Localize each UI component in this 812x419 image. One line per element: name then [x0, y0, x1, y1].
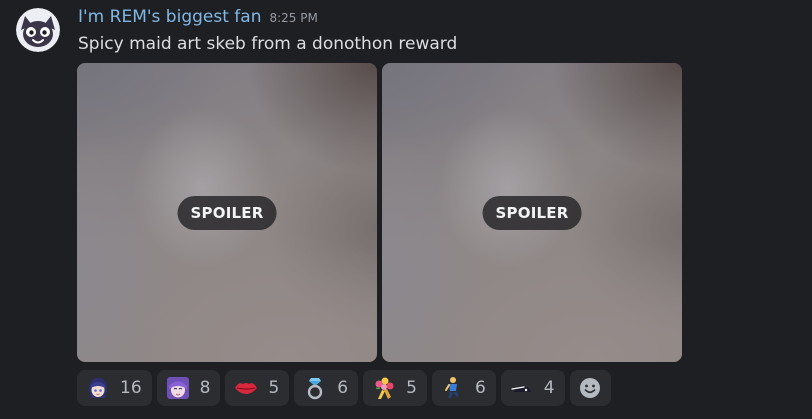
ring-icon: [303, 376, 327, 400]
reaction-count: 4: [543, 378, 555, 398]
spoiler-label: SPOILER: [482, 195, 582, 230]
add-reaction-button[interactable]: [569, 370, 611, 406]
reaction-custom-dark[interactable]: 4: [500, 370, 565, 406]
reaction-count: 5: [268, 378, 280, 398]
smiley-add-reaction-icon: [580, 378, 601, 398]
reaction-count: 16: [120, 378, 142, 398]
reaction-count: 6: [474, 378, 486, 398]
reaction-kiss-mark[interactable]: 5: [225, 370, 290, 406]
custom-dark-icon: [510, 376, 534, 400]
user-avatar[interactable]: [16, 8, 60, 52]
anime-girl-blue-hair-icon: [86, 376, 110, 400]
spoiler-label: SPOILER: [177, 195, 277, 230]
reaction-ring[interactable]: 6: [294, 370, 359, 406]
reaction-anime-girl-blue[interactable]: 16: [77, 370, 152, 406]
attachment-gallery: SPOILER SPOILER: [77, 63, 682, 362]
bouquet-icon: [372, 376, 396, 400]
username[interactable]: I'm REM's biggest fan: [78, 7, 261, 27]
message-header: I'm REM's biggest fan 8:25 PM: [78, 7, 318, 31]
reaction-count: 5: [406, 378, 417, 398]
message-timestamp[interactable]: 8:25 PM: [269, 11, 317, 25]
avatar-image: [16, 8, 60, 52]
reaction-count: 6: [337, 378, 349, 398]
reactions-bar: 16 8 5 6 5 6 4: [77, 370, 611, 406]
spoiler-image-2[interactable]: SPOILER: [382, 63, 682, 362]
spoiler-image-1[interactable]: SPOILER: [77, 63, 377, 362]
reaction-count: 8: [199, 378, 211, 398]
reaction-person-kneeling[interactable]: 6: [431, 370, 496, 406]
reaction-anime-girl-purple[interactable]: 8: [156, 370, 221, 406]
message-content: Spicy maid art skeb from a donothon rewa…: [78, 34, 458, 54]
person-kneeling-icon: [441, 376, 465, 400]
reaction-bouquet[interactable]: 5: [363, 370, 427, 406]
chat-message: I'm REM's biggest fan 8:25 PM Spicy maid…: [0, 0, 812, 419]
kiss-mark-icon: [234, 376, 258, 400]
anime-girl-purple-hair-icon: [166, 376, 190, 400]
